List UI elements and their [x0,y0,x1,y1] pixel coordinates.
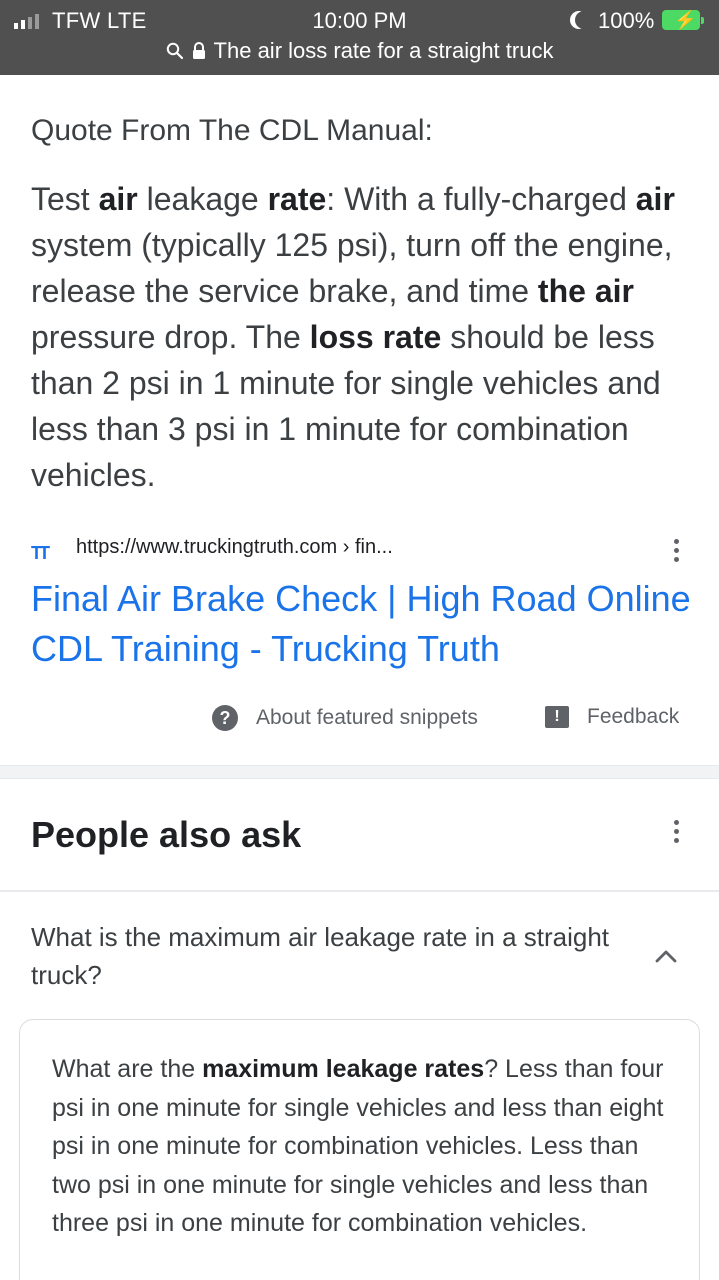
moon-icon [575,11,593,29]
snippet-body: Test air leakage rate: With a fully-char… [31,176,691,498]
search-icon [166,42,184,60]
help-icon: ? [212,705,238,731]
about-featured-snippets-button[interactable]: ? About featured snippets [212,705,478,731]
paa-question[interactable]: What is the maximum air leakage rate in … [31,918,641,994]
answer-text-segment: What are the [52,1055,203,1083]
feedback-label: Feedback [587,705,680,728]
snippet-body-segment: leakage [137,181,268,217]
snippet-body-segment: air [98,181,138,217]
answer-text-segment: maximum leakage rates [202,1055,485,1083]
divider [0,890,719,892]
snippet-body-segment: : With a fully-charged [326,181,636,217]
feedback-icon: ! [545,706,569,728]
status-bar: TFW LTE 10:00 PM 100% ⚡ The air loss rat… [0,0,719,75]
snippet-body-segment: pressure drop. The [31,319,310,355]
feedback-button[interactable]: ! Feedback [545,705,679,729]
answer-text: What are the maximum leakage rates? Less… [52,1050,672,1243]
snippet-footer: ? About featured snippets ! Feedback [0,702,719,734]
status-row: TFW LTE 10:00 PM 100% ⚡ [0,6,719,36]
snippet-body-segment: loss rate [309,319,442,355]
section-divider [0,765,719,779]
chevron-up-icon[interactable] [655,946,677,968]
snippet-body-segment: rate [267,181,327,217]
battery-icon: ⚡ [662,10,704,30]
people-also-ask-title: People also ask [31,814,302,855]
snippet-body-segment: the air [537,273,634,309]
more-vert-icon[interactable] [674,820,679,843]
snippet-body-segment: Test [31,181,99,217]
battery-percent: 100% [598,8,655,33]
url-bar[interactable]: The air loss rate for a straight truck [0,38,719,66]
more-vert-icon[interactable] [674,539,679,562]
source-row[interactable]: TT https://www.truckingtruth.com › fin..… [31,533,691,563]
snippet-heading: Quote From The CDL Manual: [31,114,433,147]
result-title-link[interactable]: Final Air Brake Check | High Road Online… [31,574,691,674]
trucking-truth-logo-icon: TT [31,543,50,563]
snippet-body-segment: air [635,181,675,217]
lock-icon [192,42,206,60]
answer-card: What are the maximum leakage rates? Less… [19,1019,700,1280]
source-url[interactable]: https://www.truckingtruth.com › fin... [76,536,393,559]
about-label: About featured snippets [256,706,478,729]
url-text: The air loss rate for a straight truck [213,38,554,63]
